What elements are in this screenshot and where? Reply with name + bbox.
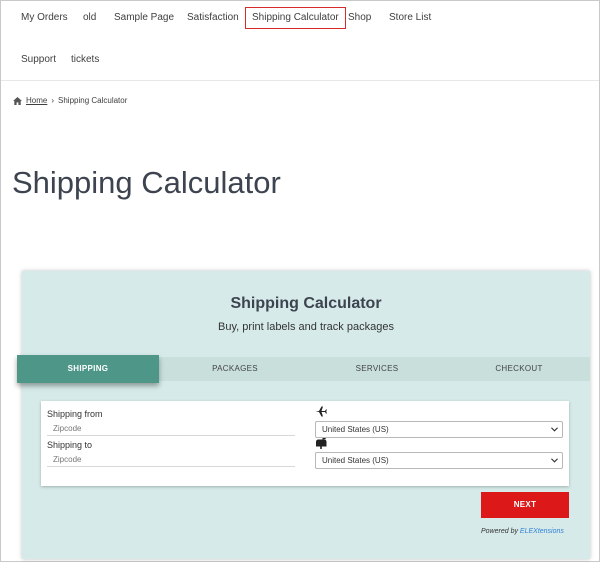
calculator-tab-bar: SHIPPING PACKAGES SERVICES CHECKOUT xyxy=(17,355,590,383)
chevron-down-icon xyxy=(551,427,558,432)
home-icon[interactable] xyxy=(13,96,22,105)
tab-services[interactable]: SERVICES xyxy=(306,357,448,381)
shipping-from-country-select[interactable]: United States (US) xyxy=(315,421,563,438)
breadcrumb-home-link[interactable]: Home xyxy=(26,96,47,105)
nav-item-shop[interactable]: Shop xyxy=(342,7,377,29)
tab-shipping[interactable]: SHIPPING xyxy=(17,355,159,383)
shipping-to-country-value: United States (US) xyxy=(322,456,389,465)
nav-item-old[interactable]: old xyxy=(77,7,102,29)
page-title: Shipping Calculator xyxy=(12,165,281,200)
tab-packages[interactable]: PACKAGES xyxy=(164,357,306,381)
calculator-title: Shipping Calculator xyxy=(230,295,382,312)
breadcrumb-current: Shipping Calculator xyxy=(58,96,128,105)
shipping-to-country-select[interactable]: United States (US) xyxy=(315,452,563,469)
calculator-subtitle: Buy, print labels and track packages xyxy=(218,321,394,333)
shipping-from-country-value: United States (US) xyxy=(322,425,389,434)
nav-item-support[interactable]: Support xyxy=(15,49,62,71)
powered-by-credit: Powered by ELEXtensions xyxy=(481,528,564,535)
nav-item-shipping-calculator[interactable]: Shipping Calculator xyxy=(245,7,346,29)
nav-item-tickets[interactable]: tickets xyxy=(65,49,105,71)
mailbox-icon xyxy=(316,438,327,449)
shipping-form: Shipping from Shipping to United States … xyxy=(41,401,569,486)
shipping-calculator-widget: Shipping Calculator Buy, print labels an… xyxy=(17,271,590,559)
shipping-to-zipcode-input[interactable] xyxy=(47,453,295,467)
tab-checkout[interactable]: CHECKOUT xyxy=(448,357,590,381)
shipping-from-label: Shipping from xyxy=(47,409,103,419)
top-navigation: My Orders old Sample Page Satisfaction S… xyxy=(1,1,599,81)
next-button[interactable]: NEXT xyxy=(481,492,569,518)
airplane-icon xyxy=(315,406,327,417)
nav-item-my-orders[interactable]: My Orders xyxy=(15,7,74,29)
shipping-to-label: Shipping to xyxy=(47,440,93,450)
breadcrumb: Home › Shipping Calculator xyxy=(13,96,127,105)
breadcrumb-separator: › xyxy=(51,96,55,105)
chevron-down-icon xyxy=(551,458,558,463)
elextensions-link[interactable]: ELEXtensions xyxy=(520,528,564,535)
shipping-from-zipcode-input[interactable] xyxy=(47,422,295,436)
powered-by-label: Powered by xyxy=(481,528,518,535)
nav-item-store-list[interactable]: Store List xyxy=(383,7,437,29)
nav-item-sample-page[interactable]: Sample Page xyxy=(108,7,180,29)
nav-item-satisfaction[interactable]: Satisfaction xyxy=(181,7,245,29)
